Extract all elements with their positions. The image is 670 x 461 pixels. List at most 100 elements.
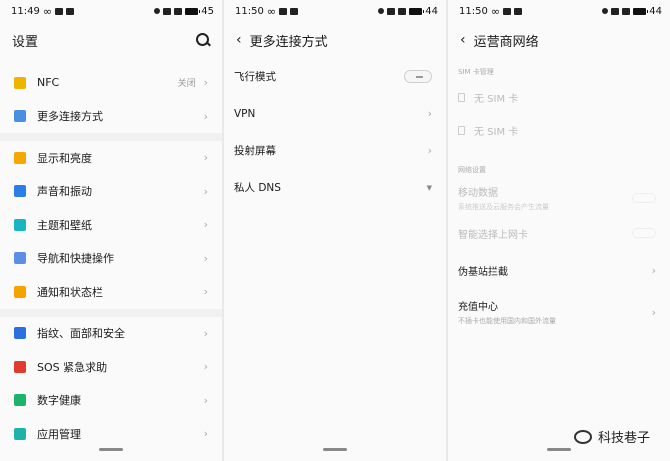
row-description: 不插卡也能使用国内和国外流量 <box>458 317 556 325</box>
back-icon[interactable]: ‹ <box>460 32 466 48</box>
settings-item-label: 数字健康 <box>37 394 81 408</box>
recharge-center-row[interactable]: 充值中心 不插卡也能使用国内和国外流量 › <box>448 291 670 333</box>
page-title: 更多连接方式 <box>249 34 328 50</box>
chevron-right-icon: › <box>203 218 208 232</box>
vibrate-icon <box>387 7 396 15</box>
battery-level: 45 <box>201 5 214 17</box>
chevron-right-icon: › <box>203 360 208 374</box>
row-label: 智能选择上网卡 <box>458 229 528 241</box>
settings-item-more-connections[interactable]: 更多连接方式 › <box>0 100 222 134</box>
apps-icon <box>14 427 26 440</box>
settings-item-security[interactable]: 指纹、面部和安全 › <box>0 317 222 351</box>
sim-slot-1: 无 SIM 卡 <box>448 81 670 114</box>
mobile-data-row: 移动数据 系统推送及云服务会产生流量 <box>448 179 670 217</box>
row-description: 系统推送及云服务会产生流量 <box>458 203 549 211</box>
gesture-bar[interactable] <box>547 448 571 451</box>
status-time: 11:49 <box>11 5 40 17</box>
watermark-text: 科技巷子 <box>597 431 650 446</box>
settings-item-sound[interactable]: 声音和振动 › <box>0 175 222 209</box>
settings-item-label: 主题和壁纸 <box>37 218 92 232</box>
row-label: 投射屏幕 <box>234 145 276 157</box>
settings-item-label: SOS 紧急求助 <box>37 360 108 374</box>
message-icon <box>279 7 287 15</box>
nfc-status-icon <box>602 8 609 14</box>
chevron-right-icon: › <box>427 144 432 157</box>
battery-level: 44 <box>649 5 662 17</box>
more-connections-screen: 11:50 ∞ 44 ‹ 更多连接方式 飞行模式 VPN › 投射屏幕 › 私人… <box>224 0 446 461</box>
health-icon <box>14 394 26 407</box>
sim-section-header: SIM 卡管理 <box>458 68 494 76</box>
battery-level: 44 <box>425 5 438 17</box>
settings-group-personalization: 显示和亮度 › 声音和振动 › 主题和壁纸 › 导航和快捷操作 › 通知和状态栏… <box>0 141 222 309</box>
settings-item-digital-health[interactable]: 数字健康 › <box>0 384 222 418</box>
settings-item-sos[interactable]: SOS 紧急求助 › <box>0 350 222 384</box>
back-icon[interactable]: ‹ <box>236 32 242 48</box>
chevron-right-icon: › <box>651 305 656 319</box>
settings-item-display[interactable]: 显示和亮度 › <box>0 141 222 175</box>
settings-item-apps[interactable]: 应用管理 › <box>0 417 222 451</box>
divider <box>0 133 222 141</box>
settings-item-label: 更多连接方式 <box>37 110 103 124</box>
wifi-icon <box>398 7 407 15</box>
theme-icon <box>14 218 26 231</box>
chevron-right-icon: › <box>203 427 208 441</box>
settings-screen: 11:49 ∞ 45 设置 NFC 关闭 › 更多连接方式 › 显示和亮度 › … <box>0 0 222 461</box>
airplane-mode-toggle[interactable] <box>404 70 432 83</box>
notification-icon <box>14 285 26 298</box>
battery-icon <box>409 7 425 15</box>
battery-icon <box>185 7 201 15</box>
watermark: 科技巷子 <box>573 427 650 446</box>
settings-item-label: 应用管理 <box>37 427 81 441</box>
status-bar: 11:50 ∞ 44 <box>448 0 670 22</box>
header: ‹ 运营商网络 <box>448 22 670 58</box>
status-bar: 11:50 ∞ 44 <box>224 0 446 22</box>
sim-status: 无 SIM 卡 <box>474 127 519 138</box>
status-time: 11:50 <box>459 5 488 17</box>
nfc-value: 关闭 <box>177 79 196 90</box>
sim-card-icon <box>458 93 465 102</box>
speaker-icon <box>14 185 26 198</box>
chevron-right-icon: › <box>203 109 208 123</box>
airplane-mode-row[interactable]: 飞行模式 <box>224 58 446 95</box>
private-dns-row[interactable]: 私人 DNS ▼ <box>224 169 446 206</box>
settings-group-connectivity: NFC 关闭 › 更多连接方式 › <box>0 66 222 133</box>
navigation-icon <box>14 252 26 265</box>
header: 设置 <box>0 22 222 58</box>
settings-group-security: 指纹、面部和安全 › SOS 紧急求助 › 数字健康 › 应用管理 › <box>0 317 222 451</box>
infinity-icon: ∞ <box>266 4 276 18</box>
chevron-right-icon: › <box>203 285 208 299</box>
settings-item-label: 声音和振动 <box>37 185 92 199</box>
wechat-icon <box>573 429 592 444</box>
settings-item-notifications[interactable]: 通知和状态栏 › <box>0 275 222 309</box>
fake-base-station-row[interactable]: 伪基站拦截 › <box>448 249 670 291</box>
divider <box>0 308 222 317</box>
message-icon <box>503 7 511 15</box>
sim-slot-2: 无 SIM 卡 <box>448 114 670 147</box>
page-title: 运营商网络 <box>473 34 539 50</box>
chevron-right-icon: › <box>203 151 208 165</box>
settings-item-theme[interactable]: 主题和壁纸 › <box>0 208 222 242</box>
settings-item-label: 指纹、面部和安全 <box>37 327 125 341</box>
image-icon <box>290 7 298 15</box>
settings-item-navigation[interactable]: 导航和快捷操作 › <box>0 242 222 276</box>
page-title: 设置 <box>12 34 39 50</box>
settings-item-label: 导航和快捷操作 <box>37 252 114 266</box>
network-section-header: 网络设置 <box>458 166 486 174</box>
wifi-icon <box>622 7 631 15</box>
status-time: 11:50 <box>235 5 264 17</box>
vpn-row[interactable]: VPN › <box>224 95 446 132</box>
infinity-icon: ∞ <box>490 4 500 18</box>
wifi-icon <box>174 7 183 15</box>
search-icon[interactable] <box>196 33 210 47</box>
settings-item-nfc[interactable]: NFC 关闭 › <box>0 66 222 100</box>
row-label: 私人 DNS <box>234 182 281 194</box>
sim-card-icon <box>458 126 465 135</box>
gesture-bar[interactable] <box>323 448 347 451</box>
dropdown-caret-icon: ▼ <box>426 183 432 192</box>
cast-screen-row[interactable]: 投射屏幕 › <box>224 132 446 169</box>
carrier-network-screen: 11:50 ∞ 44 ‹ 运营商网络 SIM 卡管理 无 SIM 卡 无 SIM… <box>448 0 670 461</box>
sim-status: 无 SIM 卡 <box>474 94 519 105</box>
gesture-bar[interactable] <box>99 448 123 451</box>
